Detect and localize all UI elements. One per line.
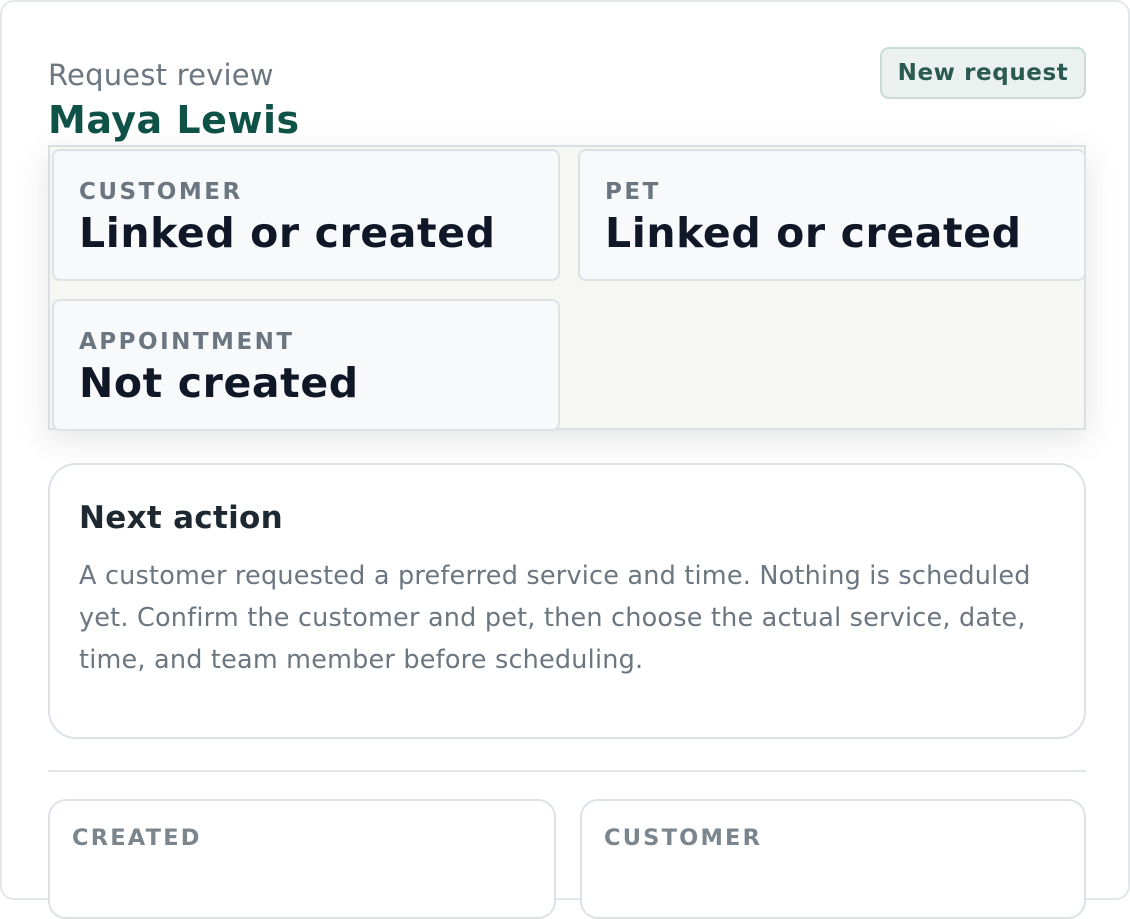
request-review-panel: Request review Maya Lewis New request CU… bbox=[0, 0, 1130, 919]
next-action-card: Next action A customer requested a prefe… bbox=[48, 463, 1086, 739]
pet-status-card: PET Linked or created bbox=[578, 149, 1086, 281]
status-summary-grid: CUSTOMER Linked or created PET Linked or… bbox=[48, 145, 1086, 431]
next-action-description: A customer requested a preferred service… bbox=[79, 561, 1031, 675]
next-action-heading: Next action bbox=[79, 500, 283, 536]
status-card-value: Not created bbox=[79, 359, 359, 407]
customer-detail-card: CUSTOMER bbox=[580, 799, 1086, 919]
status-card-label: APPOINTMENT bbox=[79, 329, 295, 355]
status-card-label: PET bbox=[605, 179, 661, 205]
customer-name: Maya Lewis bbox=[48, 98, 300, 142]
status-card-value: Linked or created bbox=[79, 209, 496, 257]
appointment-status-card: APPOINTMENT Not created bbox=[52, 299, 560, 431]
detail-card-label: CREATED bbox=[72, 825, 202, 851]
detail-card-label: CUSTOMER bbox=[604, 825, 763, 851]
page-eyebrow: Request review bbox=[48, 58, 274, 92]
new-request-badge[interactable]: New request bbox=[880, 47, 1086, 99]
created-detail-card: CREATED bbox=[48, 799, 556, 919]
status-card-label: CUSTOMER bbox=[79, 179, 243, 205]
section-divider bbox=[48, 770, 1086, 772]
customer-status-card: CUSTOMER Linked or created bbox=[52, 149, 560, 281]
status-card-value: Linked or created bbox=[605, 209, 1022, 257]
